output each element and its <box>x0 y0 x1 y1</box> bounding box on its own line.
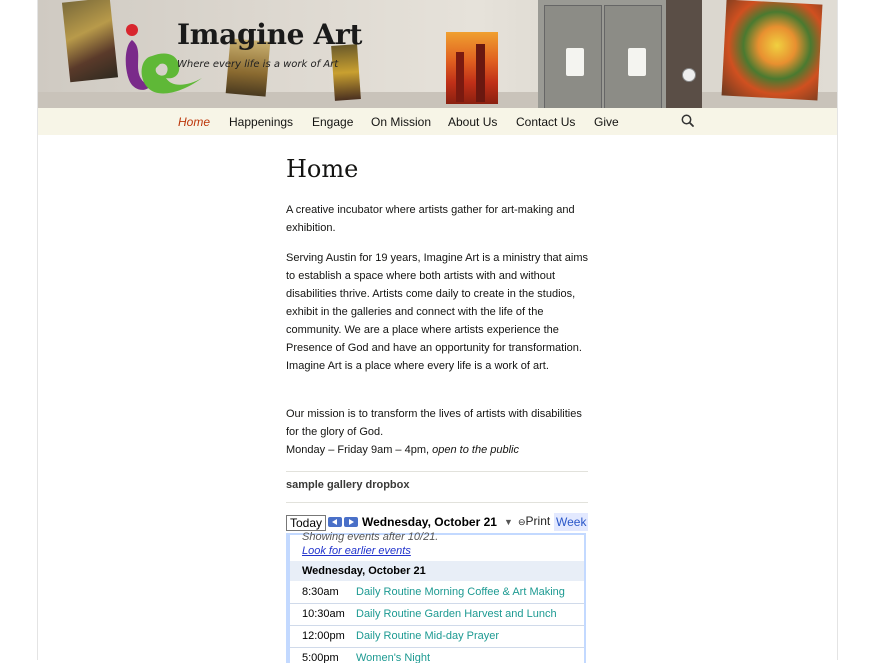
mission-text: Our mission is to transform the lives of… <box>286 408 582 438</box>
page-frame: Imagine Art Where every life is a work o… <box>37 0 838 663</box>
today-button[interactable]: Today <box>286 515 326 531</box>
earlier-events-link[interactable]: Look for earlier events <box>302 545 411 557</box>
chevron-down-icon[interactable]: ▼ <box>504 517 513 527</box>
search-icon[interactable] <box>680 113 696 129</box>
site-title[interactable]: Imagine Art <box>177 18 362 51</box>
door-window <box>566 48 584 76</box>
event-time: 8:30am <box>302 586 339 598</box>
hours-note: open to the public <box>432 444 519 456</box>
nav-item-home[interactable]: Home <box>178 115 210 129</box>
nav-item-give[interactable]: Give <box>594 115 619 129</box>
header-painting <box>61 0 119 83</box>
day-heading-label: Wednesday, October 21 <box>302 565 426 577</box>
agenda-list: Showing events after 10/21. Look for ear… <box>290 531 584 663</box>
tab-week[interactable]: Week <box>554 513 588 531</box>
day-heading: Wednesday, October 21 <box>290 561 584 581</box>
about-text: Serving Austin for 19 years, Imagine Art… <box>286 252 589 372</box>
header-wall-dark <box>666 0 702 108</box>
header-painting <box>446 32 498 104</box>
event-time: 5:00pm <box>302 652 339 663</box>
calendar-toolbar: Today Wednesday, October 21 ▼ ⊖Print Wee… <box>286 513 588 533</box>
print-icon: ⊖ <box>518 517 526 527</box>
hours-line: Monday – Friday 9am – 4pm, open to the p… <box>286 441 590 459</box>
main-nav: Home Happenings Engage On Mission About … <box>38 108 837 135</box>
nav-item-contact-us[interactable]: Contact Us <box>516 115 575 129</box>
nav-item-happenings[interactable]: Happenings <box>229 115 293 129</box>
site-header: Imagine Art Where every life is a work o… <box>38 0 837 108</box>
divider <box>286 502 588 503</box>
event-time: 12:00pm <box>302 630 345 642</box>
door-window <box>628 48 646 76</box>
divider <box>286 471 588 472</box>
calendar-date: Wednesday, October 21 <box>362 515 497 529</box>
event-title[interactable]: Daily Routine Mid-day Prayer <box>356 626 578 647</box>
event-time: 10:30am <box>302 608 345 620</box>
print-button[interactable]: ⊖Print <box>518 514 550 528</box>
nav-item-about-us[interactable]: About Us <box>448 115 497 129</box>
widget-title: sample gallery dropbox <box>286 479 410 491</box>
event-title[interactable]: Women's Night <box>356 648 578 663</box>
showing-events-text: Showing events after 10/21. <box>302 531 439 543</box>
event-row[interactable]: 12:00pm Daily Routine Mid-day Prayer <box>290 626 584 648</box>
nav-item-on-mission[interactable]: On Mission <box>371 115 431 129</box>
nav-item-engage[interactable]: Engage <box>312 115 353 129</box>
event-row[interactable]: 10:30am Daily Routine Garden Harvest and… <box>290 604 584 626</box>
site-tagline: Where every life is a work of Art <box>177 59 339 70</box>
wall-clock <box>682 68 696 82</box>
event-title[interactable]: Daily Routine Morning Coffee & Art Makin… <box>356 582 578 603</box>
intro-text: A creative incubator where artists gathe… <box>286 204 575 234</box>
prev-arrow-icon[interactable] <box>328 517 342 527</box>
calendar-widget: Today Wednesday, October 21 ▼ ⊖Print Wee… <box>286 513 588 663</box>
header-painting <box>331 44 361 101</box>
event-row[interactable]: 5:00pm Women's Night <box>290 648 584 663</box>
event-title[interactable]: Daily Routine Garden Harvest and Lunch <box>356 604 578 625</box>
calendar-body: Showing events after 10/21. Look for ear… <box>286 531 586 663</box>
event-row[interactable]: 8:30am Daily Routine Morning Coffee & Ar… <box>290 582 584 604</box>
hours-text: Monday – Friday 9am – 4pm, <box>286 444 430 456</box>
header-painting <box>721 0 823 101</box>
next-arrow-icon[interactable] <box>344 517 358 527</box>
page-title: Home <box>286 155 359 183</box>
print-label: Print <box>525 514 551 528</box>
